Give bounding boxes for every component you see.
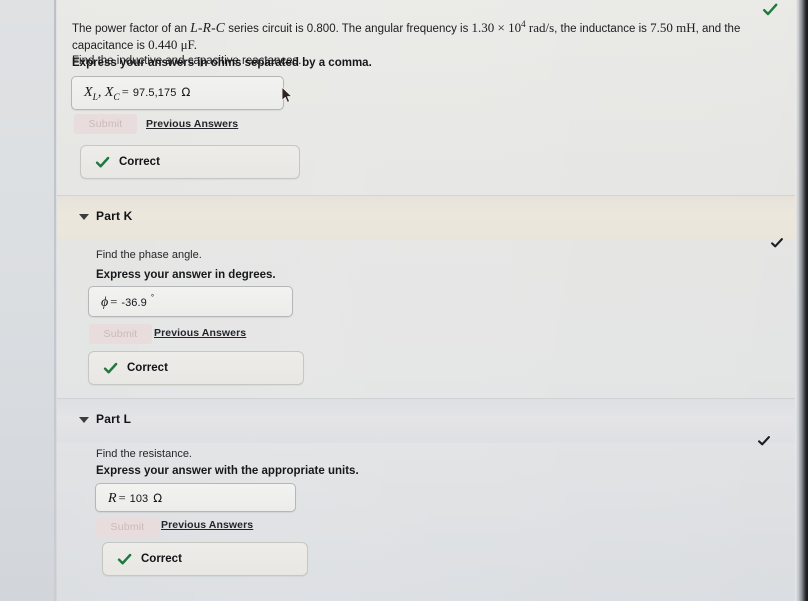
problem-intro-mid: series circuit is 0.800. The angular fre…: [225, 22, 472, 35]
part-k-status-label: Correct: [127, 362, 168, 374]
part-k-answer-unit: °: [150, 292, 155, 302]
part-l-header-band[interactable]: Part L: [57, 399, 795, 443]
caret-down-icon[interactable]: [79, 417, 89, 423]
part-l-answer-content: R = 103 Ω: [108, 489, 162, 507]
part-j-symbol-xc: XC: [104, 85, 120, 103]
inductance-value: 7.50 mH: [650, 19, 696, 35]
part-j-answer-content: XL, XC = 97.5,175 Ω: [84, 83, 190, 103]
screenshot-root: The power factor of an L-R-C series circ…: [0, 0, 808, 601]
part-l-submit-button[interactable]: Submit: [96, 517, 159, 537]
angular-frequency-unit: rad/s: [525, 19, 555, 35]
part-l-status-banner: Correct: [102, 542, 308, 576]
part-k-answer-input[interactable]: ϕ = -36.9 °: [88, 286, 293, 317]
part-k-edge-check-icon: [771, 238, 783, 248]
left-margin-edge-line: [54, 0, 56, 601]
circuit-label: L-R-C: [190, 19, 226, 35]
top-right-check-icon: [763, 3, 778, 16]
part-j-previous-answers-link[interactable]: Previous Answers: [146, 118, 238, 130]
check-icon: [103, 362, 118, 374]
left-margin-gutter: [0, 0, 57, 601]
part-l-symbol-r: R: [108, 490, 117, 506]
part-k-find-text: Find the phase angle.: [96, 249, 202, 261]
part-l-answer-input[interactable]: R = 103 Ω: [95, 483, 296, 512]
part-k-equals: =: [110, 294, 118, 309]
part-j-express-instruction: Express your answers in ohms separated b…: [72, 57, 372, 69]
capacitance-value: 0.440 μF: [148, 36, 194, 52]
check-icon: [95, 156, 110, 168]
part-l-answer-unit: Ω: [153, 490, 163, 505]
part-j-answer-unit: Ω: [181, 85, 191, 100]
part-l-express-instruction: Express your answer with the appropriate…: [96, 465, 359, 477]
part-j-answer-value: 97.5,175: [132, 87, 177, 100]
monitor-bezel-right: [799, 0, 808, 601]
part-l-previous-answers-link[interactable]: Previous Answers: [161, 519, 253, 531]
part-l-find-text: Find the resistance.: [96, 448, 192, 460]
part-k-express-instruction: Express your answer in degrees.: [96, 269, 276, 281]
part-k-previous-answers-link[interactable]: Previous Answers: [154, 327, 246, 339]
caret-down-icon[interactable]: [79, 214, 89, 220]
problem-intro-mid2: , the inductance is: [554, 22, 651, 35]
part-j-status-label: Correct: [119, 156, 160, 168]
part-k-header-band[interactable]: Part K: [57, 196, 795, 240]
part-k-status-banner: Correct: [88, 351, 304, 385]
part-k-title: Part K: [96, 209, 133, 223]
part-j-submit-button[interactable]: Submit: [74, 114, 137, 134]
part-l-answer-value: 103: [129, 492, 149, 505]
part-l-title: Part L: [96, 412, 132, 426]
part-k-answer-value: -36.9: [121, 296, 147, 309]
problem-intro-end: .: [193, 36, 197, 52]
part-k-submit-button[interactable]: Submit: [89, 324, 152, 344]
assignment-content-column: The power factor of an L-R-C series circ…: [57, 0, 795, 601]
part-l-status-label: Correct: [141, 553, 182, 565]
part-j-status-banner: Correct: [80, 145, 300, 179]
part-j-answer-input[interactable]: XL, XC = 97.5,175 Ω: [71, 76, 284, 110]
problem-intro-pre: The power factor of an: [72, 22, 191, 35]
part-l-edge-check-icon: [758, 436, 770, 446]
part-j-equals: =: [121, 85, 129, 100]
part-j-symbol-separator: ,: [97, 85, 105, 101]
part-l-equals: =: [118, 490, 126, 505]
part-k-answer-content: ϕ = -36.9 °: [101, 292, 154, 310]
part-j-symbol-xl: XL: [84, 85, 98, 103]
angular-frequency-value: 1.30 × 10: [471, 19, 522, 35]
check-icon: [117, 553, 132, 565]
